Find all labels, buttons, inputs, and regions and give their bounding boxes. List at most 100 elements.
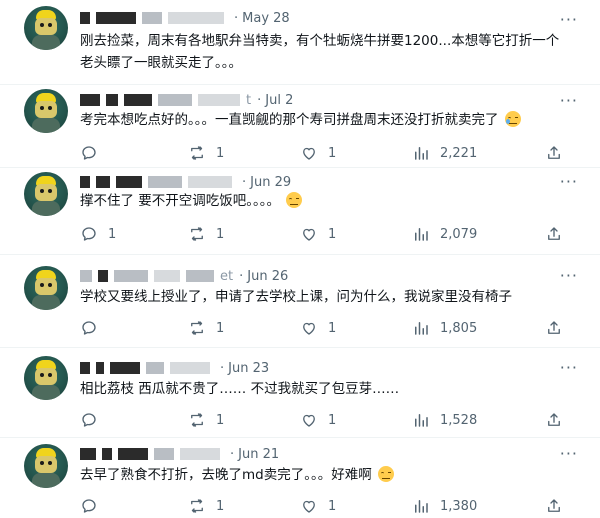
handle-fragment: et	[220, 268, 234, 284]
redacted-name	[80, 94, 100, 106]
views-button[interactable]: 1,380	[412, 496, 477, 516]
redacted-name	[116, 176, 142, 188]
retweet-icon	[191, 499, 203, 513]
redacted-handle	[154, 448, 174, 460]
like-count: 1	[328, 412, 337, 428]
like-count: 1	[328, 320, 337, 336]
heart-icon	[303, 228, 315, 241]
retweet-count: 1	[216, 320, 225, 336]
reply-button[interactable]	[80, 318, 108, 338]
reply-icon	[82, 227, 96, 241]
like-count: 1	[328, 145, 337, 161]
views-button[interactable]: 2,221	[412, 143, 477, 163]
redacted-handle	[154, 270, 180, 282]
tweet-date[interactable]: Jun 21	[238, 447, 279, 462]
more-icon[interactable]: ···	[560, 174, 578, 190]
tweet[interactable]: · Jun 21 ··· 去早了熟食不打折，去晚了md卖完了。。。好难啊 1 1…	[0, 438, 600, 518]
reply-button[interactable]	[80, 143, 108, 163]
tweet-text: 考完本想吃点好的。。。一直觊觎的那个寿司拼盘周末还没打折就卖完了	[80, 109, 570, 131]
like-button[interactable]: 1	[300, 143, 336, 163]
tweet[interactable]: t · Jul 2 ··· 考完本想吃点好的。。。一直觊觎的那个寿司拼盘周末还没…	[0, 85, 600, 167]
retweet-button[interactable]: 1	[188, 224, 224, 244]
like-button[interactable]: 1	[300, 318, 336, 338]
redacted-handle	[158, 94, 192, 106]
view-count: 1,805	[440, 320, 478, 336]
tweet[interactable]: · Jun 29 ··· 撑不住了 要不开空调吃饭吧。。。。 1 1 1 2,0…	[0, 168, 600, 252]
tweet-text: 撑不住了 要不开空调吃饭吧。。。。	[80, 190, 570, 212]
reply-icon	[82, 499, 96, 513]
views-button[interactable]: 1,528	[412, 410, 477, 430]
share-icon	[548, 321, 560, 334]
share-button[interactable]	[545, 410, 563, 430]
share-button[interactable]	[545, 496, 563, 516]
tweet-text: 去早了熟食不打折，去晚了md卖完了。。。好难啊	[80, 464, 570, 486]
redacted-handle	[170, 362, 210, 374]
redacted-name	[80, 270, 92, 282]
redacted-name	[114, 270, 148, 282]
redacted-handle	[186, 270, 214, 282]
avatar[interactable]	[24, 89, 68, 133]
redacted-name	[80, 362, 90, 374]
tweet-date[interactable]: Jun 23	[228, 361, 269, 376]
pensive-face-icon	[286, 192, 303, 208]
reply-button[interactable]	[80, 496, 108, 516]
tweet-date[interactable]: Jun 26	[247, 269, 288, 284]
share-icon	[548, 146, 560, 159]
tweet[interactable]: · May 28 ··· 刚去捡菜，周末有各地駅弁当特卖，有个牡蛎烧牛拼要120…	[0, 0, 600, 84]
like-button[interactable]: 1	[300, 496, 336, 516]
crying-face-icon	[504, 111, 521, 127]
like-button[interactable]: 1	[300, 224, 336, 244]
share-button[interactable]	[545, 318, 563, 338]
reply-count: 1	[108, 226, 117, 242]
avatar[interactable]	[24, 266, 68, 310]
view-count: 1,528	[440, 412, 478, 428]
share-button[interactable]	[545, 143, 563, 163]
tweet-text: 学校又要线上授业了，申请了去学校上课，问为什么，我说家里没有椅子	[80, 289, 512, 305]
tweet-actions: 1 1 1,528	[80, 410, 580, 430]
redacted-name	[102, 448, 112, 460]
redacted-handle	[146, 362, 164, 374]
more-icon[interactable]: ···	[560, 93, 578, 109]
tweet-date[interactable]: Jul 2	[265, 93, 293, 108]
views-button[interactable]: 2,079	[412, 224, 477, 244]
avatar[interactable]	[24, 444, 68, 488]
more-icon[interactable]: ···	[560, 360, 578, 376]
tweet-text-body: 考完本想吃点好的。。。一直觊觎的那个寿司拼盘周末还没打折就卖完了	[80, 112, 499, 128]
tweet-header: · Jun 29	[80, 172, 291, 192]
redacted-handle	[148, 176, 182, 188]
tweet-date[interactable]: May 28	[242, 11, 290, 26]
reply-button[interactable]	[80, 410, 108, 430]
retweet-button[interactable]: 1	[188, 410, 224, 430]
like-button[interactable]: 1	[300, 410, 336, 430]
more-icon[interactable]: ···	[560, 12, 578, 28]
avatar[interactable]	[24, 6, 68, 50]
tweet-date[interactable]: Jun 29	[250, 175, 291, 190]
retweet-count: 1	[216, 412, 225, 428]
more-icon[interactable]: ···	[560, 268, 578, 284]
more-icon[interactable]: ···	[560, 446, 578, 462]
retweet-button[interactable]: 1	[188, 496, 224, 516]
tweet-header: · Jun 23	[80, 358, 269, 378]
retweet-button[interactable]: 1	[188, 318, 224, 338]
avatar[interactable]	[24, 356, 68, 400]
reply-icon	[82, 146, 96, 160]
tweet[interactable]: et · Jun 26 ··· 学校又要线上授业了，申请了去学校上课，问为什么，…	[0, 262, 600, 346]
heart-icon	[303, 322, 315, 335]
share-icon	[548, 413, 560, 426]
redacted-handle	[142, 12, 162, 24]
heart-icon	[303, 500, 315, 513]
retweet-icon	[191, 321, 203, 335]
share-icon	[548, 499, 560, 512]
tweet[interactable]: · Jun 23 ··· 相比荔枝 西瓜就不贵了…… 不过我就买了包豆芽…… 1…	[0, 352, 600, 436]
heart-icon	[303, 414, 315, 427]
tweet-text-body: 去早了熟食不打折，去晚了md卖完了。。。好难啊	[80, 467, 372, 483]
share-button[interactable]	[545, 224, 563, 244]
avatar[interactable]	[24, 172, 68, 216]
retweet-icon	[191, 146, 203, 160]
reply-button[interactable]: 1	[80, 224, 116, 244]
views-button[interactable]: 1,805	[412, 318, 477, 338]
redacted-name	[118, 448, 148, 460]
handle-fragment: t	[246, 92, 252, 108]
views-icon	[415, 414, 428, 427]
retweet-button[interactable]: 1	[188, 143, 224, 163]
